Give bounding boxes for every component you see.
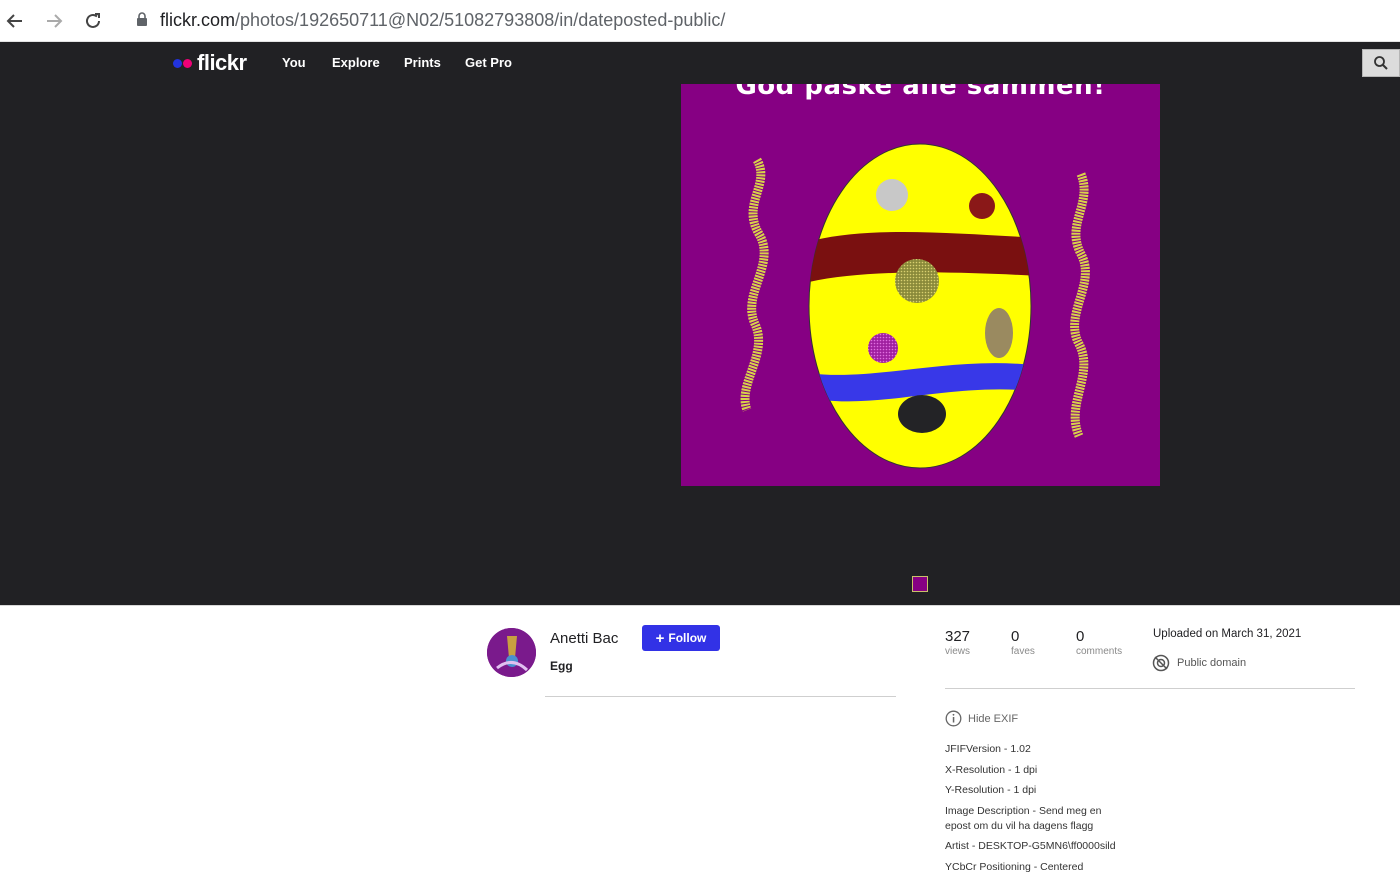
- reload-icon[interactable]: [81, 9, 105, 33]
- exif-row: Image Description - Send meg en epost om…: [945, 804, 1102, 832]
- flickr-navbar: flickr You Explore Prints Get Pro: [0, 42, 1400, 84]
- stat-comments: 0 comments: [1076, 628, 1122, 657]
- info-icon: [945, 710, 962, 727]
- comments-count: 0: [1076, 628, 1085, 645]
- nav-you[interactable]: You: [282, 55, 306, 70]
- lock-icon: [136, 12, 148, 32]
- url-host: flickr.com: [160, 9, 236, 30]
- exif-row: Y-Resolution - 1 dpi: [945, 784, 1037, 796]
- faves-label: faves: [1011, 646, 1035, 657]
- divider: [945, 688, 1355, 689]
- comments-label: comments: [1076, 646, 1123, 657]
- owner-name[interactable]: Anetti Bac: [550, 630, 618, 647]
- nav-get-pro[interactable]: Get Pro: [465, 55, 512, 70]
- upload-date: Uploaded on March 31, 2021: [1153, 628, 1302, 640]
- photo-title: Egg: [550, 659, 573, 673]
- license-label: Public domain: [1177, 657, 1247, 669]
- address-bar[interactable]: flickr.com/photos/192650711@N02/51082793…: [160, 6, 725, 34]
- logo-dot-blue: [173, 58, 182, 68]
- divider: [545, 696, 896, 697]
- exif-row: YCbCr Positioning - Centered: [945, 860, 1084, 873]
- license[interactable]: Public domain: [1152, 654, 1246, 672]
- easter-egg-illustration: [740, 143, 1090, 469]
- exif-row: X-Resolution - 1 dpi: [945, 763, 1038, 776]
- views-count: 327: [945, 628, 971, 645]
- photo-thumbnail[interactable]: [912, 576, 928, 592]
- stat-faves: 0 faves: [1011, 628, 1035, 657]
- plus-icon: +: [655, 629, 665, 647]
- url-path: /photos/192650711@N02/51082793808/in/dat…: [235, 9, 726, 30]
- nav-prints[interactable]: Prints: [404, 55, 441, 70]
- flickr-logo[interactable]: flickr: [173, 50, 247, 76]
- photo-info: Anetti Bac + Follow Egg 327 views 0 faves…: [0, 605, 1400, 874]
- avatar[interactable]: [487, 628, 536, 677]
- photo-stage: God påske alle sammen!: [0, 84, 1400, 605]
- stat-views: 327 views: [945, 628, 970, 657]
- search-icon: [1374, 56, 1388, 70]
- exif-row: JFIFVersion - 1.02: [945, 743, 1031, 755]
- hide-exif-label: Hide EXIF: [968, 712, 1019, 725]
- back-icon[interactable]: [3, 9, 27, 33]
- exif-row: Artist - DESKTOP-G5MN6\ff0000sild: [945, 840, 1116, 852]
- logo-dot-pink: [183, 58, 192, 68]
- public-domain-icon: [1152, 654, 1170, 672]
- follow-label: Follow: [668, 631, 707, 645]
- faves-count: 0: [1011, 628, 1020, 645]
- views-label: views: [945, 646, 971, 657]
- exif-list: JFIFVersion - 1.02 X-Resolution - 1 dpi …: [945, 742, 1145, 880]
- forward-icon[interactable]: [42, 9, 66, 33]
- logo-text: flickr: [197, 50, 247, 75]
- follow-button[interactable]: + Follow: [642, 625, 720, 651]
- search-button[interactable]: [1362, 49, 1400, 77]
- main-photo[interactable]: God påske alle sammen!: [681, 84, 1160, 486]
- nav-explore[interactable]: Explore: [332, 55, 380, 70]
- hide-exif-toggle[interactable]: Hide EXIF: [945, 710, 1018, 727]
- browser-toolbar: flickr.com/photos/192650711@N02/51082793…: [0, 0, 1400, 42]
